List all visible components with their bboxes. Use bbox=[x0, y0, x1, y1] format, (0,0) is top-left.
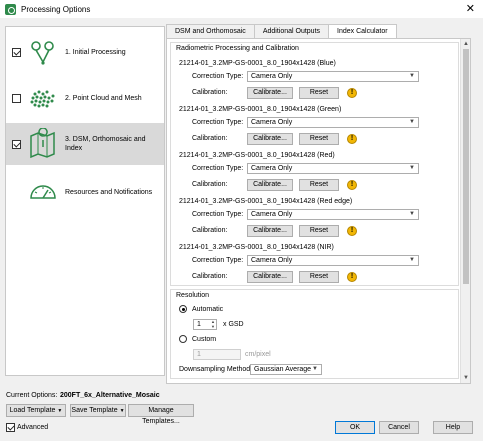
downsampling-label: Downsampling Method: bbox=[179, 366, 253, 373]
band-name: 21214-01_3.2MP-GS-0001_8.0_1904x1428 (Re… bbox=[179, 198, 353, 205]
warning-icon: ! bbox=[347, 272, 357, 282]
ok-button[interactable]: OK bbox=[335, 421, 375, 434]
resolution-title: Resolution bbox=[176, 292, 210, 299]
current-options-label: Current Options: bbox=[6, 392, 58, 399]
point-cloud-icon bbox=[30, 90, 55, 108]
chevron-down-icon: ▼ bbox=[312, 366, 318, 372]
chevron-down-icon: ▼ bbox=[409, 119, 415, 125]
chevron-down-icon: ▼ bbox=[119, 408, 125, 414]
current-options-value: 200FT_6x_Alternative_Mosaic bbox=[60, 392, 160, 399]
calibrate-button[interactable]: Calibrate... bbox=[247, 87, 293, 99]
gsd-unit: x GSD bbox=[223, 321, 244, 328]
band-name: 21214-01_3.2MP-GS-0001_8.0_1904x1428 (NI… bbox=[179, 244, 334, 251]
reset-button[interactable]: Reset bbox=[299, 133, 339, 145]
dsm-map-icon bbox=[30, 128, 55, 159]
gsd-spinbox[interactable]: 1 ▲ ▼ bbox=[193, 319, 217, 330]
calibrate-button[interactable]: Calibrate... bbox=[247, 133, 293, 145]
step-checkbox[interactable] bbox=[12, 47, 21, 57]
downsampling-select[interactable]: Gaussian Average ▼ bbox=[250, 364, 322, 375]
automatic-radio[interactable] bbox=[179, 305, 187, 313]
close-icon[interactable]: ✕ bbox=[466, 2, 475, 15]
step-initial-processing[interactable]: 1. Initial Processing bbox=[6, 31, 164, 73]
tab-index-calculator[interactable]: Index Calculator bbox=[328, 24, 397, 39]
correction-type-label: Correction Type: bbox=[192, 119, 244, 126]
automatic-label: Automatic bbox=[192, 306, 224, 313]
step-checkbox[interactable] bbox=[12, 93, 21, 103]
step-resources-notifications[interactable]: Resources and Notifications bbox=[6, 171, 164, 213]
scroll-down-icon[interactable]: ▼ bbox=[463, 375, 469, 381]
step-checkbox[interactable] bbox=[12, 139, 21, 149]
vertical-scrollbar[interactable]: ▲ ▼ bbox=[460, 39, 470, 383]
tab-bar: DSM and Orthomosaic Additional Outputs I… bbox=[166, 24, 397, 39]
chevron-down-icon: ▼ bbox=[409, 211, 415, 217]
band-name: 21214-01_3.2MP-GS-0001_8.0_1904x1428 (Re… bbox=[179, 152, 335, 159]
reset-button[interactable]: Reset bbox=[299, 271, 339, 283]
radiometric-title: Radiometric Processing and Calibration bbox=[176, 45, 299, 52]
warning-icon: ! bbox=[347, 180, 357, 190]
step-label: Resources and Notifications bbox=[65, 188, 153, 196]
tab-dsm-orthomosaic[interactable]: DSM and Orthomosaic bbox=[166, 24, 255, 38]
cancel-button[interactable]: Cancel bbox=[379, 421, 419, 434]
title-bar: Processing Options ✕ bbox=[0, 0, 483, 18]
calibration-label: Calibration: bbox=[192, 273, 228, 280]
initial-processing-icon bbox=[31, 41, 54, 65]
correction-type-select[interactable]: Camera Only ▼ bbox=[247, 71, 419, 82]
spin-arrows-icon[interactable]: ▲ ▼ bbox=[211, 319, 215, 329]
warning-icon: ! bbox=[347, 226, 357, 236]
custom-radio[interactable] bbox=[179, 335, 187, 343]
reset-button[interactable]: Reset bbox=[299, 225, 339, 237]
save-template-button[interactable]: Save Template ▼ bbox=[70, 404, 126, 417]
scroll-up-icon[interactable]: ▲ bbox=[463, 41, 469, 47]
step-label: 3. DSM, Orthomosaic and Index bbox=[65, 136, 146, 152]
chevron-down-icon: ▼ bbox=[409, 257, 415, 263]
help-button[interactable]: Help bbox=[433, 421, 473, 434]
step-label: 1. Initial Processing bbox=[65, 48, 126, 56]
correction-type-select[interactable]: Camera Only ▼ bbox=[247, 117, 419, 128]
calibrate-button[interactable]: Calibrate... bbox=[247, 271, 293, 283]
calibrate-button[interactable]: Calibrate... bbox=[247, 225, 293, 237]
chevron-down-icon: ▼ bbox=[409, 165, 415, 171]
custom-unit: cm/pixel bbox=[245, 351, 271, 358]
correction-type-label: Correction Type: bbox=[192, 165, 244, 172]
step-point-cloud[interactable]: 2. Point Cloud and Mesh bbox=[6, 77, 164, 119]
calibrate-button[interactable]: Calibrate... bbox=[247, 179, 293, 191]
band-name: 21214-01_3.2MP-GS-0001_8.0_1904x1428 (Bl… bbox=[179, 60, 336, 67]
advanced-checkbox[interactable] bbox=[6, 423, 15, 432]
step-list: 1. Initial Processing 2. Point Cloud and… bbox=[5, 26, 165, 376]
resolution-group: Resolution Automatic 1 ▲ ▼ x GSD Custom 1 … bbox=[170, 289, 459, 379]
calibration-label: Calibration: bbox=[192, 89, 228, 96]
calibration-label: Calibration: bbox=[192, 135, 228, 142]
correction-type-select[interactable]: Camera Only ▼ bbox=[247, 255, 419, 266]
correction-type-select[interactable]: Camera Only ▼ bbox=[247, 163, 419, 174]
app-icon bbox=[5, 3, 16, 15]
band-name: 21214-01_3.2MP-GS-0001_8.0_1904x1428 (Gr… bbox=[179, 106, 342, 113]
index-calculator-panel: Radiometric Processing and Calibration 2… bbox=[166, 38, 471, 384]
correction-type-label: Correction Type: bbox=[192, 73, 244, 80]
radiometric-group: Radiometric Processing and Calibration 2… bbox=[170, 42, 459, 286]
gauge-icon bbox=[30, 185, 56, 199]
chevron-down-icon: ▼ bbox=[57, 408, 63, 414]
load-template-button[interactable]: Load Template ▼ bbox=[6, 404, 66, 417]
chevron-down-icon: ▼ bbox=[409, 73, 415, 79]
tab-additional-outputs[interactable]: Additional Outputs bbox=[253, 24, 330, 38]
window-title: Processing Options bbox=[21, 4, 91, 14]
calibration-label: Calibration: bbox=[192, 181, 228, 188]
manage-templates-button[interactable]: Manage Templates... bbox=[128, 404, 194, 425]
step-dsm-orthomosaic[interactable]: 3. DSM, Orthomosaic and Index bbox=[6, 123, 164, 165]
warning-icon: ! bbox=[347, 88, 357, 98]
reset-button[interactable]: Reset bbox=[299, 87, 339, 99]
calibration-label: Calibration: bbox=[192, 227, 228, 234]
warning-icon: ! bbox=[347, 134, 357, 144]
correction-type-label: Correction Type: bbox=[192, 257, 244, 264]
step-label: 2. Point Cloud and Mesh bbox=[65, 94, 142, 102]
advanced-label: Advanced bbox=[17, 424, 49, 431]
correction-type-label: Correction Type: bbox=[192, 211, 244, 218]
correction-type-select[interactable]: Camera Only ▼ bbox=[247, 209, 419, 220]
custom-label: Custom bbox=[192, 336, 217, 343]
custom-resolution-input[interactable]: 1 bbox=[193, 349, 241, 360]
scrollbar-thumb[interactable] bbox=[463, 49, 469, 284]
reset-button[interactable]: Reset bbox=[299, 179, 339, 191]
